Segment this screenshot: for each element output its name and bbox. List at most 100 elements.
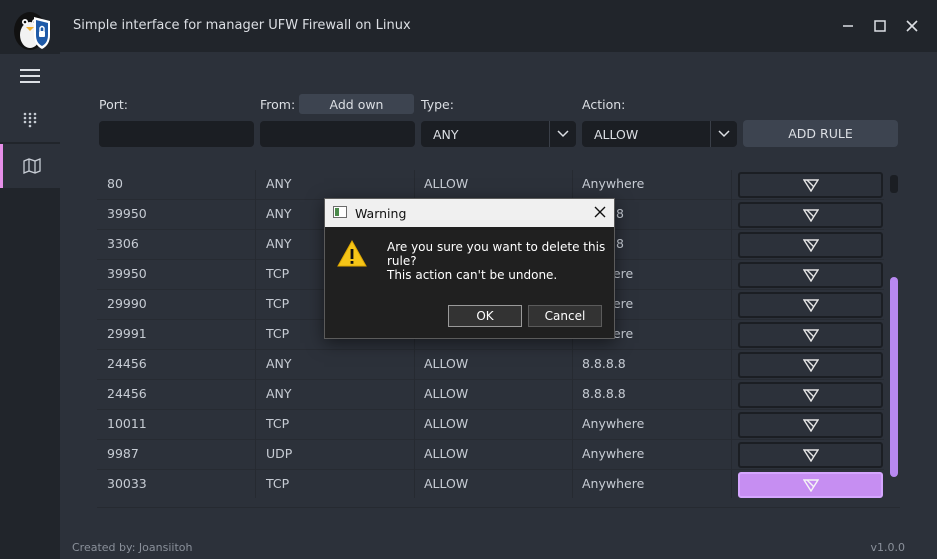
eraser-icon: [802, 329, 819, 342]
table-row: 24456 ANY ALLOW 8.8.8.8: [97, 380, 884, 410]
port-input[interactable]: [99, 121, 254, 147]
action-cell: ALLOW: [424, 386, 469, 401]
dialog-close-button[interactable]: [594, 203, 606, 222]
close-icon: [906, 20, 918, 32]
version-text: v1.0.0: [870, 541, 906, 554]
port-cell: 39950: [107, 266, 147, 281]
chevron-down-icon: [718, 130, 730, 138]
footer-divider: [97, 507, 900, 508]
from-cell: Anywhere: [582, 176, 645, 191]
port-cell: 29991: [107, 326, 147, 341]
port-cell: 24456: [107, 356, 147, 371]
scrollbar-handle-top[interactable]: [890, 175, 898, 193]
delete-rule-button[interactable]: [738, 322, 883, 348]
delete-rule-button[interactable]: [738, 442, 883, 468]
action-select[interactable]: ALLOW: [582, 121, 737, 147]
port-cell: 24456: [107, 386, 147, 401]
delete-rule-button[interactable]: [738, 232, 883, 258]
minimize-icon: [843, 25, 853, 27]
dialog-detail: This action can't be undone.: [387, 268, 558, 282]
credit-text: Created by: Joansiitoh: [72, 541, 193, 554]
warning-icon: [337, 239, 367, 267]
type-cell: ANY: [266, 386, 292, 401]
from-input[interactable]: [260, 121, 415, 147]
table-row: 24456 ANY ALLOW 8.8.8.8: [97, 350, 884, 380]
action-cell: ALLOW: [424, 176, 469, 191]
scrollbar-thumb[interactable]: [890, 277, 898, 477]
action-cell: ALLOW: [424, 476, 469, 491]
port-cell: 29990: [107, 296, 147, 311]
port-cell: 9987: [107, 446, 139, 461]
delete-rule-button[interactable]: [738, 202, 883, 228]
action-select-arrow[interactable]: [710, 121, 737, 147]
delete-rule-button[interactable]: [738, 292, 883, 318]
delete-rule-button[interactable]: [738, 172, 883, 198]
action-cell: ALLOW: [424, 416, 469, 431]
type-select[interactable]: ANY: [421, 121, 576, 147]
delete-rule-button[interactable]: [738, 472, 883, 498]
delete-rule-button[interactable]: [738, 382, 883, 408]
eraser-icon: [802, 299, 819, 312]
sidebar: [0, 52, 60, 559]
eraser-icon: [802, 179, 819, 192]
eraser-icon: [802, 389, 819, 402]
close-button[interactable]: [902, 16, 922, 36]
add-rule-button[interactable]: ADD RULE: [743, 120, 898, 147]
maximize-button[interactable]: [870, 16, 890, 36]
action-cell: ALLOW: [424, 446, 469, 461]
dialog-footer: OK Cancel: [325, 299, 614, 338]
type-select-arrow[interactable]: [549, 121, 576, 147]
delete-rule-button[interactable]: [738, 412, 883, 438]
minimize-button[interactable]: [838, 16, 858, 36]
eraser-icon: [802, 449, 819, 462]
dialog-message: Are you sure you want to delete this rul…: [387, 240, 606, 268]
table-row: 30033 TCP ALLOW Anywhere: [97, 470, 884, 498]
title-bar: Simple interface for manager UFW Firewal…: [0, 0, 937, 52]
dialog-body: Are you sure you want to delete this rul…: [325, 227, 614, 299]
from-cell: Anywhere: [582, 446, 645, 461]
app-title: Simple interface for manager UFW Firewal…: [73, 18, 411, 33]
from-cell: 8.8.8.8: [582, 386, 626, 401]
from-cell: Anywhere: [582, 476, 645, 491]
type-cell: TCP: [266, 326, 290, 341]
type-cell: ANY: [266, 206, 292, 221]
hamburger-menu-icon: [20, 69, 40, 83]
eraser-icon: [802, 269, 819, 282]
port-cell: 80: [107, 176, 123, 191]
delete-rule-button[interactable]: [738, 262, 883, 288]
delete-rule-button[interactable]: [738, 352, 883, 378]
type-cell: ANY: [266, 236, 292, 251]
action-select-value: ALLOW: [594, 127, 639, 142]
eraser-icon: [802, 209, 819, 222]
sidebar-menu-toggle[interactable]: [0, 54, 60, 98]
port-label: Port:: [99, 97, 128, 112]
port-cell: 39950: [107, 206, 147, 221]
from-cell: Anywhere: [582, 416, 645, 431]
type-select-value: ANY: [433, 127, 459, 142]
action-label: Action:: [582, 97, 626, 112]
close-icon: [594, 206, 606, 218]
port-cell: 10011: [107, 416, 147, 431]
from-cell: 8.8.8.8: [582, 356, 626, 371]
port-cell: 3306: [107, 236, 139, 251]
port-cell: 30033: [107, 476, 147, 491]
cancel-button[interactable]: Cancel: [528, 305, 602, 327]
type-cell: TCP: [266, 296, 290, 311]
table-row: 9987 UDP ALLOW Anywhere: [97, 440, 884, 470]
table-row: 10011 TCP ALLOW Anywhere: [97, 410, 884, 440]
map-icon: [22, 158, 41, 174]
add-own-button[interactable]: Add own: [299, 94, 414, 114]
dialpad-icon: [23, 112, 37, 128]
dialog-title: Warning: [355, 206, 407, 221]
eraser-icon: [802, 359, 819, 372]
warning-dialog: Warning Are you sure you want to delete …: [324, 198, 615, 339]
eraser-icon: [802, 479, 819, 492]
sidebar-item-dialpad[interactable]: [0, 98, 60, 142]
ok-button[interactable]: OK: [448, 305, 522, 327]
dialog-title-bar: Warning: [325, 199, 614, 227]
type-cell: ANY: [266, 356, 292, 371]
sidebar-item-map[interactable]: [0, 144, 60, 188]
type-cell: TCP: [266, 416, 290, 431]
type-label: Type:: [421, 97, 454, 112]
type-cell: ANY: [266, 176, 292, 191]
